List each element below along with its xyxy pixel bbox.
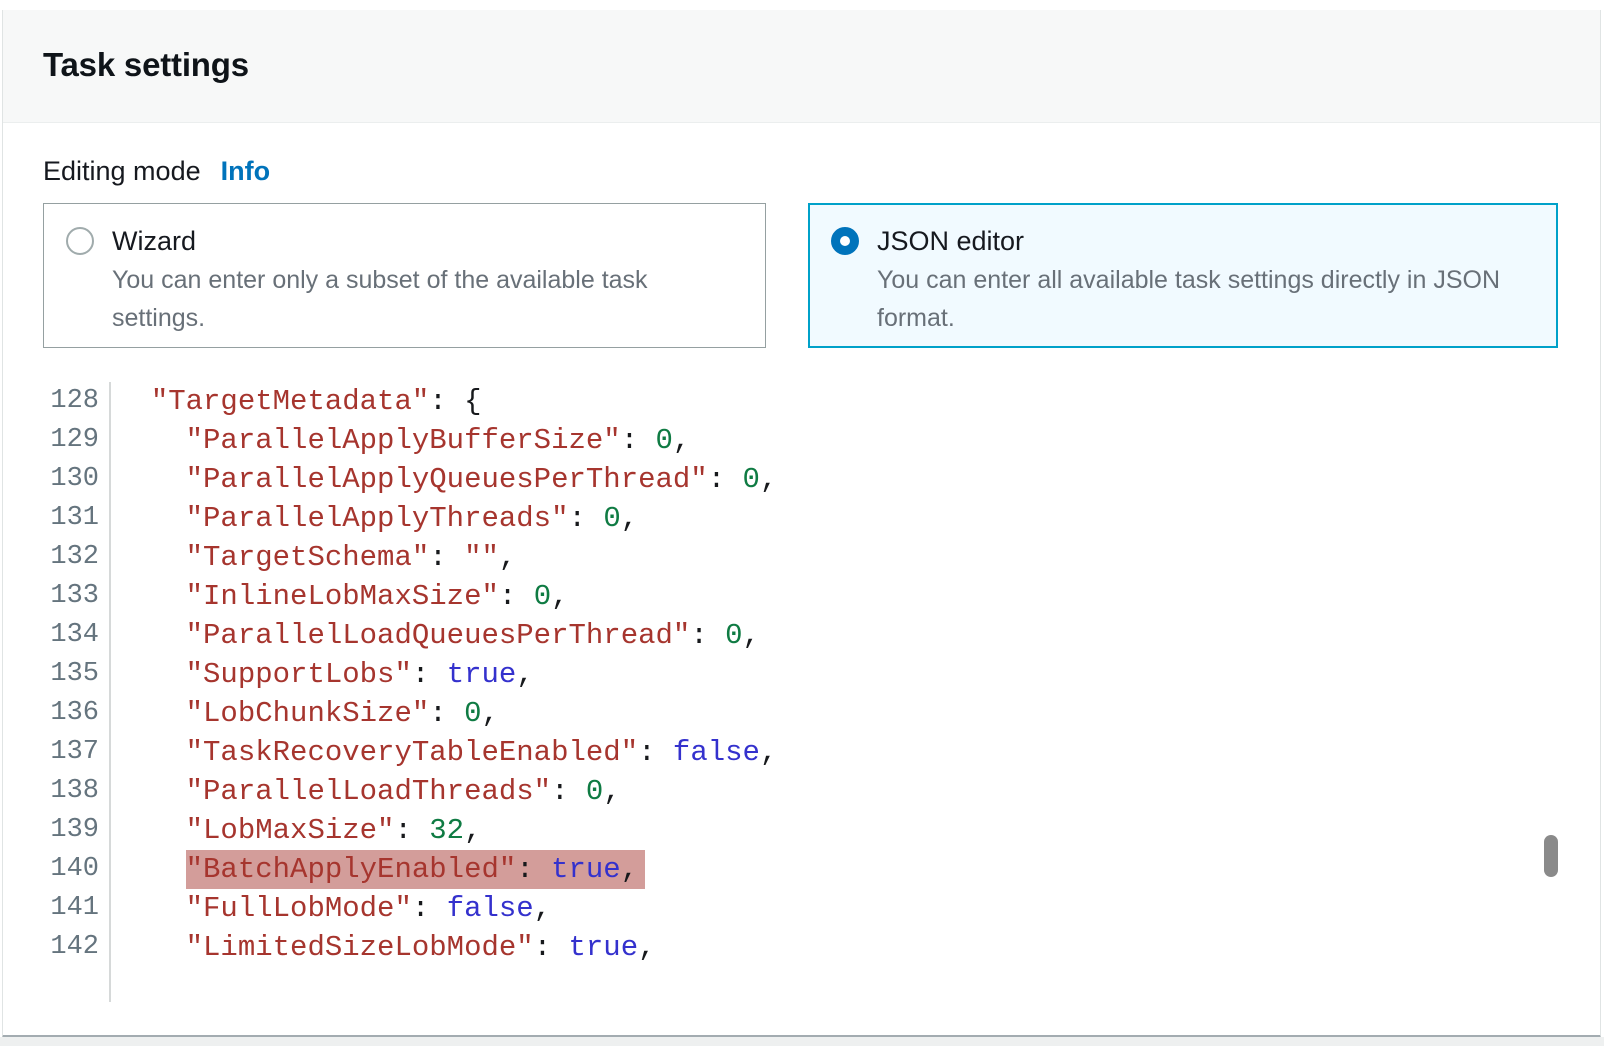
gutter: 1281291301311321331341351361371381391401… <box>43 382 111 1002</box>
page-background-strip <box>0 1037 1604 1046</box>
page-title: Task settings <box>43 46 1560 84</box>
tile-title: JSON editor <box>877 223 1535 259</box>
code-line: "FullLobMode": false, <box>116 889 777 928</box>
tile-description: You can enter only a subset of the avail… <box>112 261 743 337</box>
code-line: "LobChunkSize": 0, <box>116 694 777 733</box>
tile-description: You can enter all available task setting… <box>877 261 1535 337</box>
json-editor-pane[interactable]: 1281291301311321331341351361371381391401… <box>43 382 1560 1002</box>
line-number: 133 <box>43 577 99 616</box>
line-number: 130 <box>43 460 99 499</box>
editing-mode-label: Editing mode <box>43 156 201 187</box>
card-body: Editing mode Info Wizard You can enter o… <box>3 156 1600 1002</box>
editing-mode-tiles: Wizard You can enter only a subset of th… <box>43 203 1560 348</box>
code-line: "BatchApplyEnabled": true, <box>116 850 777 889</box>
line-number: 141 <box>43 889 99 928</box>
radio-button-wizard[interactable] <box>66 227 94 255</box>
code-line: "ParallelLoadQueuesPerThread": 0, <box>116 616 777 655</box>
code-line: "TaskRecoveryTableEnabled": false, <box>116 733 777 772</box>
code-line: "TargetMetadata": { <box>116 382 777 421</box>
code-line: "ParallelApplyBufferSize": 0, <box>116 421 777 460</box>
line-number: 135 <box>43 655 99 694</box>
code-line: "ParallelLoadThreads": 0, <box>116 772 777 811</box>
line-number: 138 <box>43 772 99 811</box>
line-number: 136 <box>43 694 99 733</box>
tile-wizard[interactable]: Wizard You can enter only a subset of th… <box>43 203 766 348</box>
info-link[interactable]: Info <box>221 156 270 187</box>
vertical-scrollbar-thumb[interactable] <box>1544 835 1558 877</box>
task-settings-card: Task settings Editing mode Info Wizard Y… <box>2 10 1601 1038</box>
line-number: 131 <box>43 499 99 538</box>
line-number: 134 <box>43 616 99 655</box>
line-number: 129 <box>43 421 99 460</box>
editing-mode-row: Editing mode Info <box>43 156 1560 187</box>
line-number: 142 <box>43 928 99 967</box>
line-number: 140 <box>43 850 99 889</box>
tile-title: Wizard <box>112 223 743 259</box>
card-header: Task settings <box>3 10 1600 123</box>
line-number: 139 <box>43 811 99 850</box>
line-number: 137 <box>43 733 99 772</box>
search-highlight: "BatchApplyEnabled": true, <box>186 850 646 889</box>
code-line: "ParallelApplyQueuesPerThread": 0, <box>116 460 777 499</box>
line-number: 132 <box>43 538 99 577</box>
code-line: "TargetSchema": "", <box>116 538 777 577</box>
radio-button-json-editor[interactable] <box>831 227 859 255</box>
code-line: "LimitedSizeLobMode": true, <box>116 928 777 967</box>
code-area[interactable]: "TargetMetadata": { "ParallelApplyBuffer… <box>111 382 777 1002</box>
tile-json-editor[interactable]: JSON editor You can enter all available … <box>808 203 1558 348</box>
code-line: "SupportLobs": true, <box>116 655 777 694</box>
line-number: 128 <box>43 382 99 421</box>
code-line: "ParallelApplyThreads": 0, <box>116 499 777 538</box>
code-line: "InlineLobMaxSize": 0, <box>116 577 777 616</box>
code-line: "LobMaxSize": 32, <box>116 811 777 850</box>
